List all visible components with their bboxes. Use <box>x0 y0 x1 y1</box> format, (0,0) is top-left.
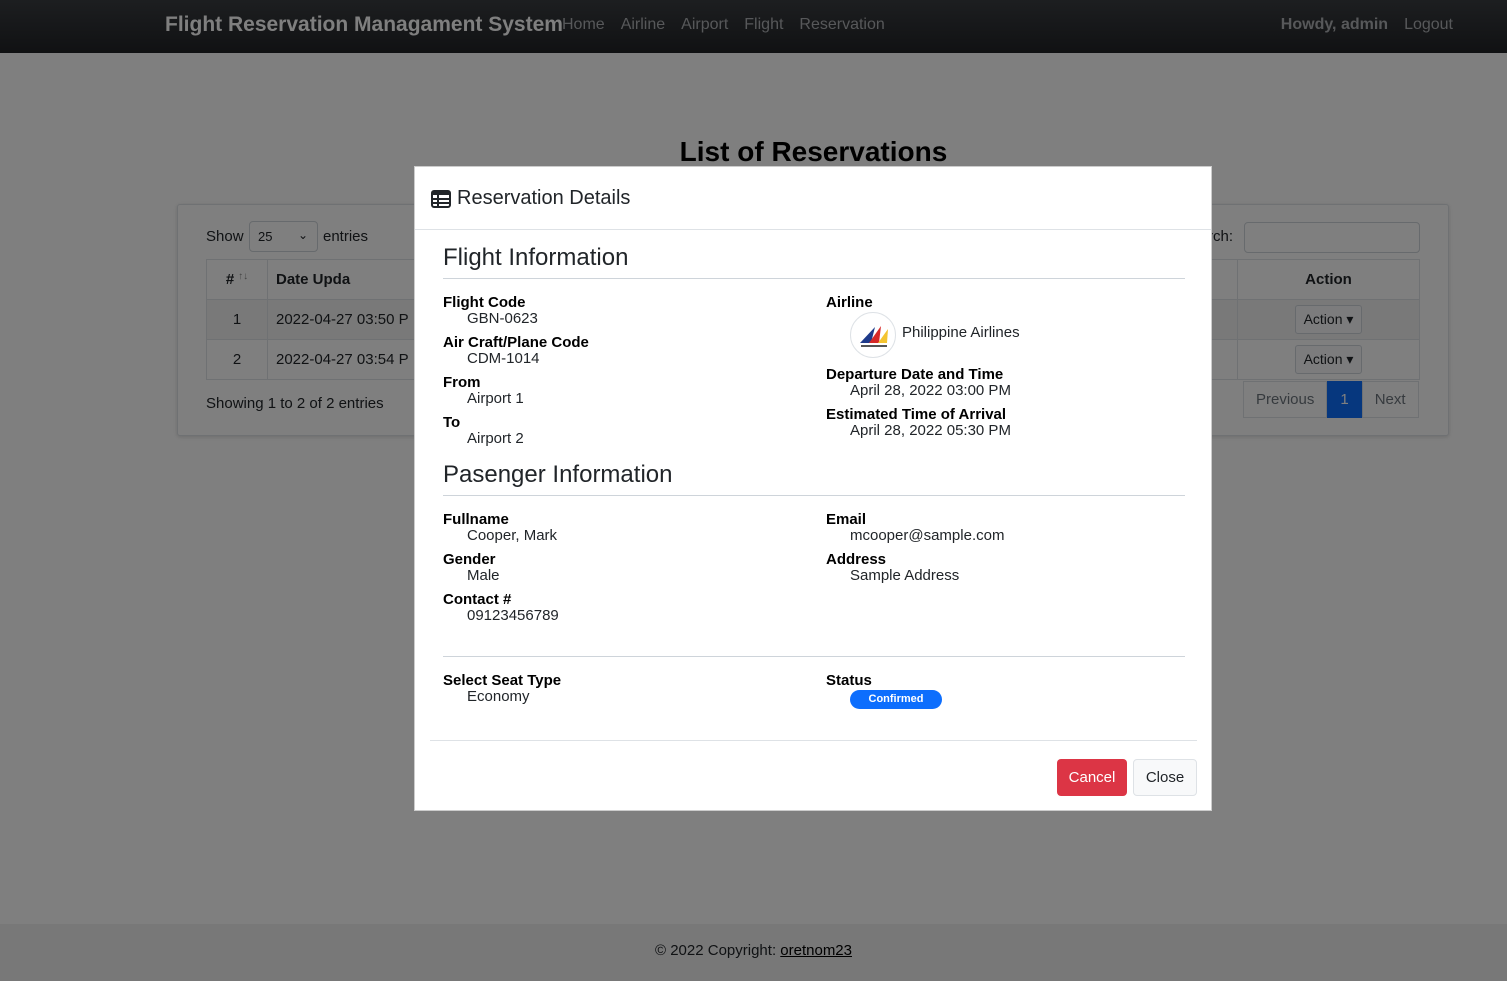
from-label: From <box>443 374 481 391</box>
section-divider <box>443 656 1185 657</box>
flight-code-label: Flight Code <box>443 294 526 311</box>
departure-label: Departure Date and Time <box>826 366 1004 383</box>
arrival-label: Estimated Time of Arrival <box>826 406 1007 423</box>
airline-label: Airline <box>826 294 873 311</box>
modal-header: Reservation Details <box>415 167 1211 230</box>
cancel-reservation-button[interactable]: Cancel <box>1057 759 1127 796</box>
modal-title: Reservation Details <box>457 187 631 209</box>
modal-footer-divider <box>430 740 1197 741</box>
email-value: mcooper@sample.com <box>850 527 1005 544</box>
departure-value: April 28, 2022 03:00 PM <box>850 382 1011 399</box>
flight-section-title: Flight Information <box>443 244 629 271</box>
passenger-section-title: Pasenger Information <box>443 461 673 488</box>
seat-type-label: Select Seat Type <box>443 672 562 689</box>
aircraft-label: Air Craft/Plane Code <box>443 334 589 351</box>
address-value: Sample Address <box>850 567 960 584</box>
gender-label: Gender <box>443 551 496 568</box>
airline-logo <box>850 312 896 358</box>
aircraft-value: CDM-1014 <box>467 350 540 367</box>
to-label: To <box>443 414 461 431</box>
flight-code-value: GBN-0623 <box>467 310 538 327</box>
section-divider <box>443 495 1185 496</box>
status-label: Status <box>826 672 872 689</box>
from-value: Airport 1 <box>467 390 524 407</box>
contact-label: Contact # <box>443 591 512 608</box>
arrival-value: April 28, 2022 05:30 PM <box>850 422 1011 439</box>
section-divider <box>443 278 1185 279</box>
reservation-details-modal: Reservation Details Flight Information F… <box>414 166 1212 811</box>
status-badge: Confirmed <box>850 690 942 709</box>
fullname-label: Fullname <box>443 511 509 528</box>
contact-value: 09123456789 <box>467 607 559 624</box>
airline-value: Philippine Airlines <box>902 324 1020 341</box>
email-label: Email <box>826 511 867 528</box>
seat-type-value: Economy <box>467 688 530 705</box>
close-modal-button[interactable]: Close <box>1133 759 1197 796</box>
table-list-icon <box>431 189 451 208</box>
fullname-value: Cooper, Mark <box>467 527 558 544</box>
gender-value: Male <box>467 567 500 584</box>
to-value: Airport 2 <box>467 430 524 447</box>
address-label: Address <box>826 551 887 568</box>
